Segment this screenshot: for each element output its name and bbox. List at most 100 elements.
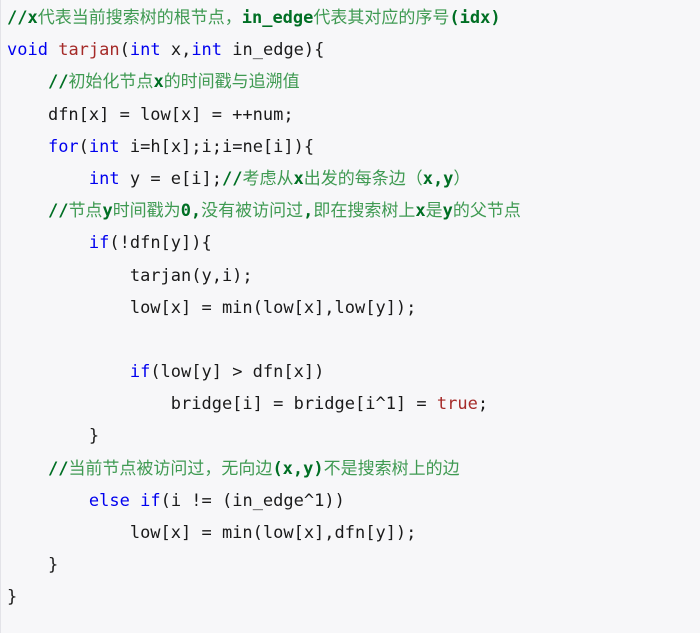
code-token-cmt: 不是搜索树上的边: [323, 458, 460, 479]
code-line: else if(i != (in_edge^1)): [1, 485, 700, 517]
code-token-cmt: 的时间戳与追溯值: [163, 72, 300, 93]
code-token-cmt-ascii: in_edge: [241, 8, 314, 28]
code-token-cmt-ascii: x: [415, 201, 426, 222]
code-token-cmt-ascii: x: [153, 72, 164, 93]
code-token-cmt: 节点: [68, 201, 103, 222]
code-token-cmt-ascii: x: [27, 8, 38, 28]
code-token-plain: ;: [477, 394, 489, 415]
code-token-plain: x,: [160, 40, 192, 61]
code-token-plain: low[x] = min(low[x],dfn[y]);: [129, 523, 417, 543]
code-token-cmt: 出发的每条边（: [303, 168, 423, 189]
code-token-cmt: 的父节点: [452, 201, 521, 222]
code-line: int y = e[i];//考虑从x出发的每条边（x,y）: [1, 163, 700, 195]
code-token-plain: bridge[i] = bridge[i^1] =: [170, 394, 437, 415]
code-token-fn: tarjan: [58, 40, 120, 61]
code-token-cmt: 当前节点被访问过，无向边: [68, 458, 273, 479]
code-token-plain: (!dfn[y]){: [109, 233, 212, 254]
code-line: dfn[x] = low[x] = ++num;: [1, 99, 700, 131]
code-token-cmt-ascii: x: [293, 168, 304, 189]
code-token-plain: }: [47, 555, 59, 576]
code-token-plain: y = e[i];: [119, 168, 222, 189]
code-token-cmt: 考虑从: [242, 168, 294, 189]
code-token-plain: (: [119, 40, 130, 61]
code-line: if(low[y] > dfn[x]): [1, 356, 700, 388]
code-line: low[x] = min(low[x],low[y]);: [1, 292, 700, 324]
code-line: for(int i=h[x];i;i=ne[i]){: [1, 131, 700, 163]
code-token-kw: int: [88, 168, 120, 189]
code-block[interactable]: //x代表当前搜索树的根节点，in_edge代表其对应的序号(idx) void …: [0, 0, 700, 633]
code-token-kw: int: [191, 40, 223, 61]
code-token-plain: (i != (in_edge^1)): [160, 490, 345, 511]
code-token-plain: low[x] = min(low[x],low[y]);: [129, 297, 417, 318]
code-line: }: [1, 581, 700, 613]
code-token-kw: for: [47, 136, 79, 157]
code-token-cmt-ascii: //: [47, 201, 69, 222]
code-token-cmt-ascii: x,y: [422, 168, 454, 189]
code-token-kw: if: [129, 362, 151, 383]
code-token-cmt: 没有被访问过: [201, 201, 304, 222]
code-line: //初始化节点x的时间戳与追溯值: [1, 66, 700, 98]
code-token-cmt: ）: [453, 168, 471, 189]
code-token-cmt: 初始化节点: [68, 72, 154, 93]
code-token-cmt: 代表其对应的序号: [313, 8, 450, 28]
code-line: bridge[i] = bridge[i^1] = true;: [1, 388, 700, 420]
code-line: }: [1, 549, 700, 581]
code-token-cmt: 代表当前搜索树的根节点，: [37, 8, 242, 28]
code-token-lit: true: [436, 394, 478, 415]
code-token-kw: void: [7, 40, 48, 61]
code-token-cmt-ascii: //: [7, 8, 28, 28]
code-line: }: [1, 420, 700, 452]
code-token-plain: }: [88, 426, 100, 447]
code-token-plain: (low[y] > dfn[x]): [150, 362, 325, 383]
code-token-kw: int: [129, 40, 161, 61]
code-token-cmt: 是: [425, 201, 443, 222]
code-line: //节点y时间戳为0,没有被访问过,即在搜索树上x是y的父节点: [1, 195, 700, 227]
code-token-kw: if: [140, 490, 161, 511]
code-token-cmt-ascii: (x,y): [272, 458, 324, 479]
code-line: if(!dfn[y]){: [1, 227, 700, 259]
code-lines-container: //x代表当前搜索树的根节点，in_edge代表其对应的序号(idx) void …: [1, 2, 700, 614]
code-token-kw: if: [88, 233, 110, 254]
code-token-cmt-ascii: //: [47, 458, 69, 479]
code-line: void tarjan(int x,int in_edge){: [1, 34, 700, 66]
code-token-plain: (: [78, 136, 89, 157]
code-line: tarjan(y,i);: [1, 260, 700, 292]
code-token-cmt-ascii: (idx): [449, 8, 501, 28]
code-token-kw: else: [88, 490, 130, 511]
code-token-cmt-ascii: //: [47, 72, 69, 93]
code-token-cmt-ascii: y: [102, 201, 113, 222]
code-token-cmt-ascii: y: [442, 201, 453, 222]
code-token-plain: dfn[x] = low[x] = ++num;: [47, 104, 294, 125]
code-token-plain: in_edge){: [222, 40, 325, 61]
code-token-plain: tarjan(y,i);: [129, 265, 253, 286]
code-token-cmt-ascii: //: [221, 168, 243, 189]
code-line: //x代表当前搜索树的根节点，in_edge代表其对应的序号(idx): [1, 2, 700, 34]
code-token-cmt-ascii: 0,: [180, 201, 202, 222]
code-token-cmt-ascii: ,: [303, 201, 314, 222]
code-token-kw: int: [88, 136, 120, 157]
code-token-plain: i=h[x];i;i=ne[i]){: [119, 136, 315, 157]
code-line: //当前节点被访问过，无向边(x,y)不是搜索树上的边: [1, 453, 700, 485]
code-token-cmt: 即在搜索树上: [313, 201, 416, 222]
code-line: low[x] = min(low[x],dfn[y]);: [1, 517, 700, 549]
code-token-plain: }: [7, 587, 18, 608]
code-token-cmt: 时间戳为: [112, 201, 181, 222]
